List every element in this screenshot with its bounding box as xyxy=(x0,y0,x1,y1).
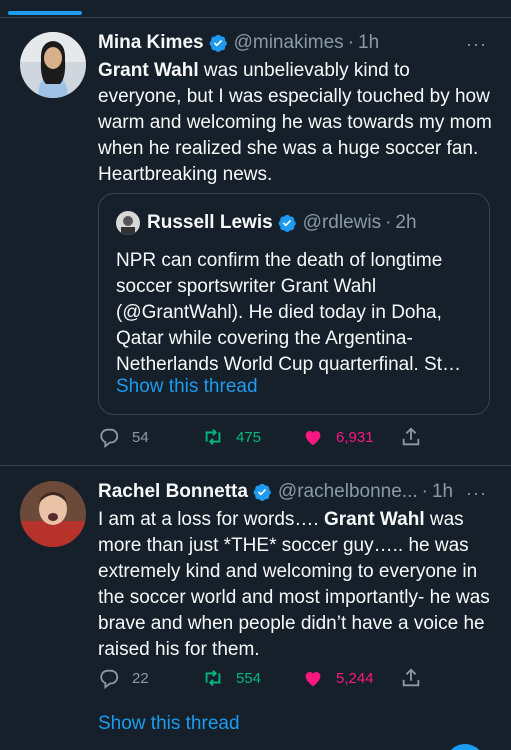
show-thread-link[interactable]: Show this thread xyxy=(116,376,258,398)
reply-icon xyxy=(100,428,119,448)
heart-icon xyxy=(305,672,321,687)
tweet-text: Grant Wahl was unbelievably kind to ever… xyxy=(98,58,493,188)
display-name[interactable]: Rachel Bonnetta xyxy=(98,481,248,503)
quoted-display-name: Russell Lewis xyxy=(147,212,273,233)
quoted-avatar xyxy=(116,211,140,235)
handle[interactable]: @rachelbonne... xyxy=(278,481,418,503)
retweet-count: 475 xyxy=(236,428,262,446)
like-count: 6,931 xyxy=(336,428,374,446)
tweet-rachel-bonnetta[interactable]: Rachel Bonnetta @rachelbonne... · 1h ···… xyxy=(0,467,511,750)
reply-count: 22 xyxy=(132,669,149,687)
verified-badge-icon xyxy=(278,214,296,232)
like-count: 5,244 xyxy=(336,669,374,687)
tweet-header: Mina Kimes @minakimes · 1h xyxy=(98,30,379,56)
share-icon xyxy=(402,427,420,446)
display-name[interactable]: Mina Kimes xyxy=(98,32,204,54)
tweet-mina-kimes[interactable]: Mina Kimes @minakimes · 1h ··· Grant Wah… xyxy=(0,18,511,466)
avatar[interactable] xyxy=(20,481,86,547)
tweet-header: Rachel Bonnetta @rachelbonne... · 1h xyxy=(98,479,453,505)
show-thread-link[interactable]: Show this thread xyxy=(98,713,240,735)
quoted-timestamp: 2h xyxy=(395,212,417,233)
reply-button[interactable]: 22 xyxy=(98,663,149,693)
heart-icon xyxy=(305,431,321,446)
tweet-text-rest: was more than just *THE* soccer guy….. h… xyxy=(98,509,490,660)
share-icon xyxy=(402,668,420,687)
more-options-icon[interactable]: ··· xyxy=(466,34,487,55)
quoted-handle: @rdlewis xyxy=(302,212,382,233)
verified-badge-icon xyxy=(253,483,271,501)
verified-badge-icon xyxy=(209,34,227,52)
reply-button[interactable]: 54 xyxy=(98,422,149,452)
mention-bold: Grant Wahl xyxy=(323,509,425,530)
quoted-text: NPR can confirm the death of longtime so… xyxy=(116,250,461,375)
timestamp[interactable]: 1h xyxy=(432,481,453,503)
separator-dot: · xyxy=(347,32,355,53)
tweet-text: I am at a loss for words…. Grant Wahl wa… xyxy=(98,507,493,663)
timestamp[interactable]: 1h xyxy=(358,32,379,54)
like-button[interactable]: 6,931 xyxy=(302,422,374,452)
quoted-header: Russell Lewis @rdlewis · 2h xyxy=(147,210,417,236)
like-button[interactable]: 5,244 xyxy=(302,663,374,693)
share-button[interactable] xyxy=(400,663,434,693)
tweet-text-start: I am at a loss for words…. xyxy=(98,509,324,530)
reply-icon xyxy=(100,669,119,689)
retweet-button[interactable]: 475 xyxy=(202,422,261,452)
top-bar xyxy=(0,0,511,18)
handle[interactable]: @minakimes xyxy=(234,32,344,54)
tweet-actions: 54 475 6,931 xyxy=(98,422,498,452)
separator-dot: · xyxy=(421,481,428,502)
avatar[interactable] xyxy=(20,32,86,98)
share-button[interactable] xyxy=(400,422,434,452)
tweet-actions: 22 554 5,244 xyxy=(98,663,498,693)
quoted-tweet[interactable]: Russell Lewis @rdlewis · 2h NPR can conf… xyxy=(98,193,490,415)
mention-bold: Grant Wahl xyxy=(98,60,199,81)
more-options-icon[interactable]: ··· xyxy=(466,483,487,504)
retweet-icon xyxy=(205,429,221,445)
retweet-icon xyxy=(205,670,221,686)
retweet-count: 554 xyxy=(236,669,262,687)
active-tab-indicator xyxy=(8,11,82,15)
separator-dot: · xyxy=(385,212,392,233)
reply-count: 54 xyxy=(132,428,149,446)
retweet-button[interactable]: 554 xyxy=(202,663,261,693)
